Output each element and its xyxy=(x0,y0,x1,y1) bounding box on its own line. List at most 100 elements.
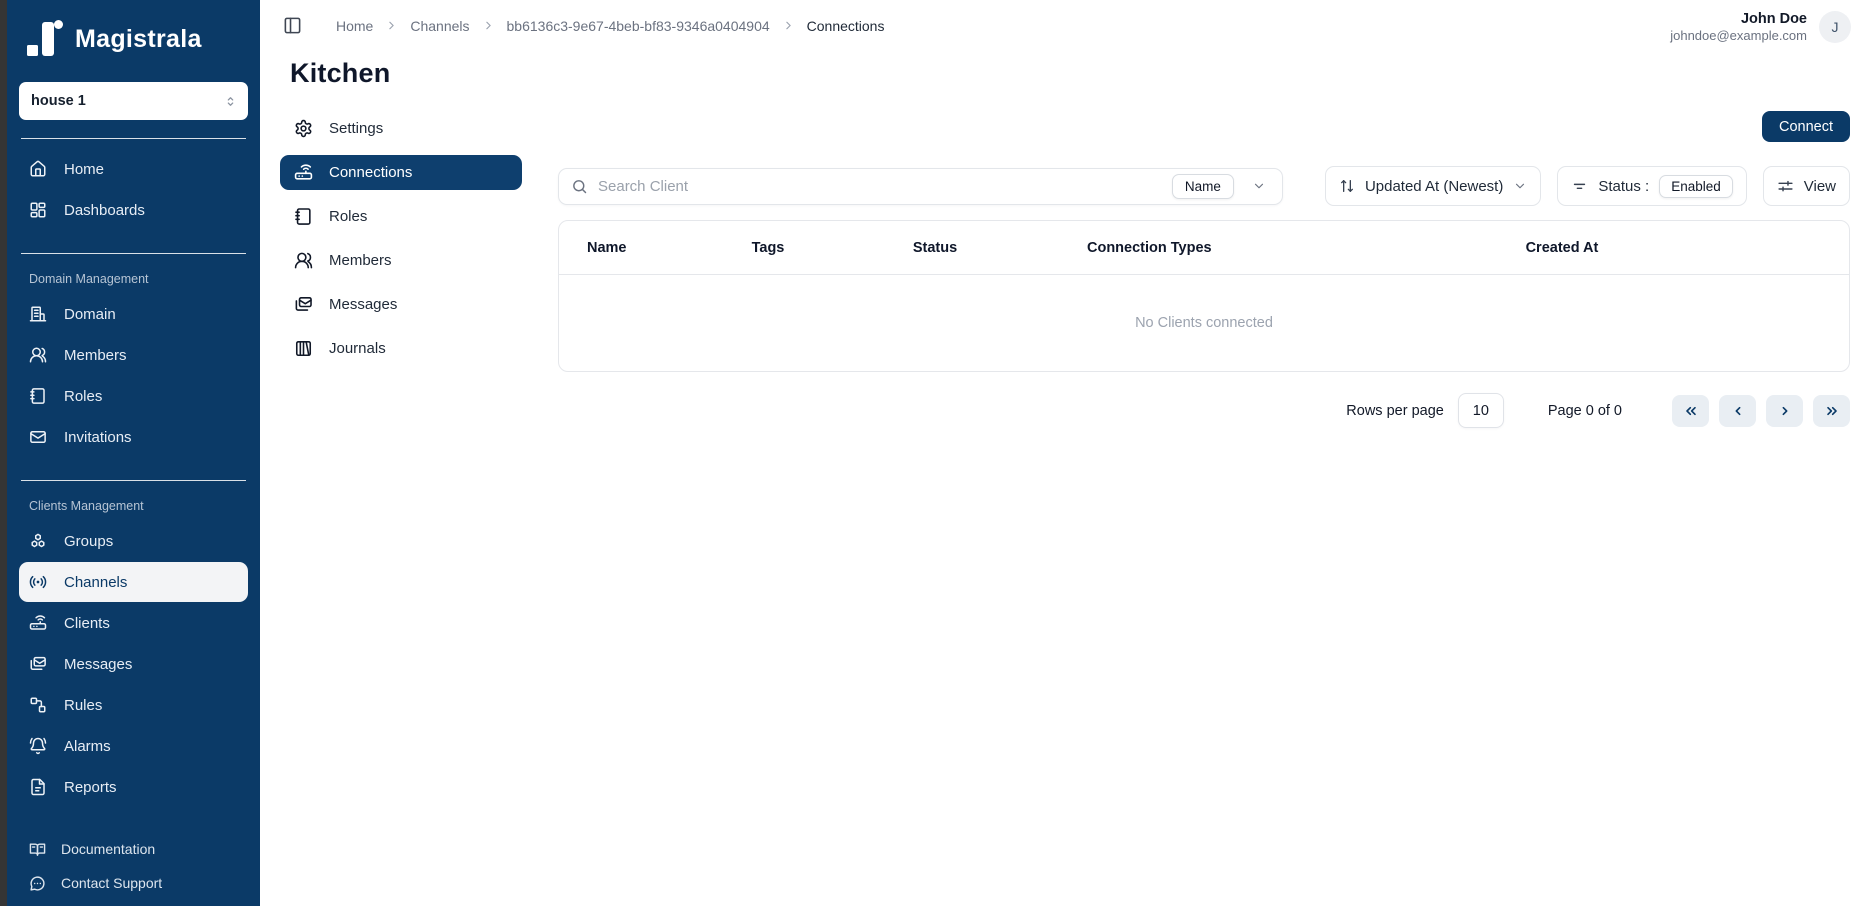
empty-state-row: No Clients connected xyxy=(559,274,1849,371)
user-email: johndoe@example.com xyxy=(1670,28,1807,44)
dashboard-icon xyxy=(29,201,47,219)
workspace-selector[interactable]: house 1 xyxy=(19,82,248,120)
page-title: Kitchen xyxy=(290,58,1867,89)
status-value-badge: Enabled xyxy=(1659,175,1733,198)
gear-icon xyxy=(294,119,313,138)
sidebar-item-label: Groups xyxy=(64,533,113,550)
message-circle-icon xyxy=(29,875,46,892)
bell-icon xyxy=(29,737,47,755)
connections-table: Name Tags Status Connection Types Create… xyxy=(558,220,1850,372)
empty-state-message: No Clients connected xyxy=(559,274,1849,371)
status-filter-button[interactable]: Status : Enabled xyxy=(1557,166,1746,206)
sidebar-item-rules[interactable]: Rules xyxy=(19,685,248,725)
sidebar-item-label: Clients xyxy=(64,615,110,632)
tab-messages[interactable]: Messages xyxy=(280,287,522,322)
breadcrumb-item-channels[interactable]: Channels xyxy=(410,18,469,34)
sidebar-item-members[interactable]: Members xyxy=(19,335,248,375)
connect-button[interactable]: Connect xyxy=(1762,111,1850,142)
sidebar-item-label: Roles xyxy=(64,388,102,405)
building-icon xyxy=(29,305,47,323)
sort-button[interactable]: Updated At (Newest) xyxy=(1325,166,1541,206)
chevrons-right-icon xyxy=(1824,403,1840,419)
sidebar-item-label: Home xyxy=(64,161,104,178)
search-input[interactable] xyxy=(598,178,1162,195)
tab-label: Connections xyxy=(329,164,412,181)
sidebar-item-label: Reports xyxy=(64,779,117,796)
chevron-down-icon[interactable] xyxy=(1244,179,1276,193)
mails-icon xyxy=(29,655,47,673)
chevrons-up-down-icon xyxy=(223,94,238,109)
view-label: View xyxy=(1804,178,1836,195)
tab-journals[interactable]: Journals xyxy=(280,331,522,366)
sidebar-item-dashboards[interactable]: Dashboards xyxy=(19,190,248,230)
sidebar-item-domain[interactable]: Domain xyxy=(19,294,248,334)
sidebar-item-channels[interactable]: Channels xyxy=(19,562,248,602)
sidebar-item-reports[interactable]: Reports xyxy=(19,767,248,807)
chevron-right-icon xyxy=(385,19,398,32)
tab-label: Journals xyxy=(329,340,386,357)
tab-connections[interactable]: Connections xyxy=(280,155,522,190)
sidebar-item-roles[interactable]: Roles xyxy=(19,376,248,416)
sidebar-item-invitations[interactable]: Invitations xyxy=(19,417,248,457)
breadcrumb-item-connections: Connections xyxy=(807,18,885,34)
workspace-selector-value: house 1 xyxy=(31,93,86,109)
toolbar: Name Updated At (Newest) xyxy=(558,166,1850,206)
table-header-row: Name Tags Status Connection Types Create… xyxy=(559,221,1849,274)
chevron-left-icon xyxy=(1730,403,1746,419)
sidebar-section-label: Clients Management xyxy=(29,499,238,513)
avatar[interactable]: J xyxy=(1819,11,1851,43)
book-open-icon xyxy=(29,841,46,858)
brand-logo: Magistrala xyxy=(27,20,244,58)
topbar: Home Channels bb6136c3-9e67-4beb-bf83-93… xyxy=(260,0,1867,44)
tab-roles[interactable]: Roles xyxy=(280,199,522,234)
search-icon xyxy=(571,178,588,195)
sidebar-divider xyxy=(21,253,246,254)
tab-settings[interactable]: Settings xyxy=(280,111,522,146)
chevron-right-icon xyxy=(782,19,795,32)
sidebar-item-contact-support[interactable]: Contact Support xyxy=(19,866,248,900)
sidebar-item-label: Messages xyxy=(64,656,132,673)
chevron-right-icon xyxy=(482,19,495,32)
sidebar-item-clients[interactable]: Clients xyxy=(19,603,248,643)
breadcrumb-item-home[interactable]: Home xyxy=(336,18,373,34)
filter-lines-icon xyxy=(1571,178,1588,195)
sidebar-section-label: Domain Management xyxy=(29,272,238,286)
sidebar-item-label: Documentation xyxy=(61,841,155,857)
previous-page-button[interactable] xyxy=(1719,395,1756,427)
chevron-right-icon xyxy=(1777,403,1793,419)
sidebar-item-messages[interactable]: Messages xyxy=(19,644,248,684)
tab-label: Settings xyxy=(329,120,383,137)
sidebar-item-label: Dashboards xyxy=(64,202,145,219)
connections-panel: Connect Name Updated xyxy=(558,111,1850,428)
first-page-button[interactable] xyxy=(1672,395,1709,427)
sidebar-footer: Documentation Contact Support xyxy=(19,832,248,906)
tab-members[interactable]: Members xyxy=(280,243,522,278)
brand-name: Magistrala xyxy=(75,25,202,54)
mails-icon xyxy=(294,295,313,314)
sidebar-toggle-icon[interactable] xyxy=(283,16,302,35)
column-header-tags: Tags xyxy=(740,221,901,274)
page-status: Page 0 of 0 xyxy=(1548,403,1622,419)
sidebar-item-alarms[interactable]: Alarms xyxy=(19,726,248,766)
workflow-icon xyxy=(29,696,47,714)
sidebar-item-documentation[interactable]: Documentation xyxy=(19,832,248,866)
sidebar: Magistrala house 1 Home Dashboards Domai… xyxy=(0,0,260,906)
sidebar-item-label: Rules xyxy=(64,697,102,714)
search-by-button[interactable]: Name xyxy=(1172,174,1234,199)
view-button[interactable]: View xyxy=(1763,166,1850,206)
last-page-button[interactable] xyxy=(1813,395,1850,427)
breadcrumb-item-channel-id[interactable]: bb6136c3-9e67-4beb-bf83-9346a0404904 xyxy=(507,18,770,34)
rows-per-page-select[interactable]: 10 xyxy=(1458,393,1504,428)
sliders-icon xyxy=(1777,178,1794,195)
sidebar-item-label: Domain xyxy=(64,306,116,323)
logs-icon xyxy=(294,339,313,358)
search-box: Name xyxy=(558,168,1283,205)
sidebar-item-home[interactable]: Home xyxy=(19,149,248,189)
column-header-created-at: Created At xyxy=(1514,221,1849,274)
column-header-connection-types: Connection Types xyxy=(1075,221,1514,274)
next-page-button[interactable] xyxy=(1766,395,1803,427)
users-icon xyxy=(29,346,47,364)
sort-label: Updated At (Newest) xyxy=(1365,178,1503,195)
sidebar-item-groups[interactable]: Groups xyxy=(19,521,248,561)
sidebar-item-label: Invitations xyxy=(64,429,132,446)
